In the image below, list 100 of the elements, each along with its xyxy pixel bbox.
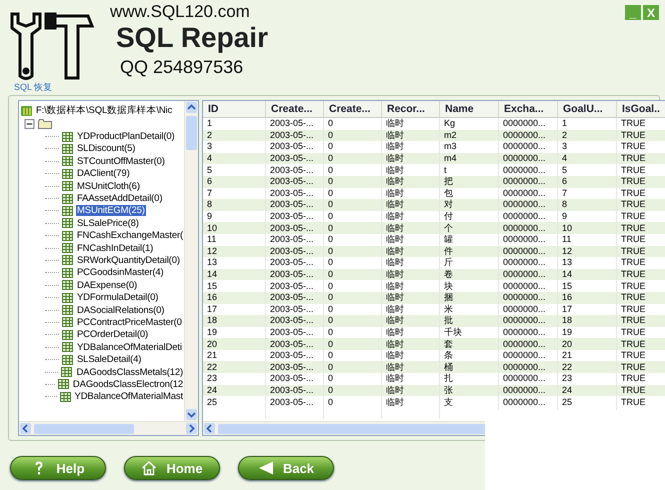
- table-cell: 套: [440, 338, 498, 350]
- tree-item[interactable]: YDFormulaDetail(0): [76, 292, 160, 304]
- column-header[interactable]: ID: [203, 101, 266, 118]
- table-cell: 0: [324, 361, 382, 374]
- tree-item[interactable]: PCGoodsinMaster(4): [76, 267, 165, 278]
- table-cell: 10: [558, 222, 616, 234]
- scroll-left-icon[interactable]: [204, 423, 215, 434]
- table-icon: [60, 392, 71, 402]
- tree-item[interactable]: SLDiscount(5): [76, 143, 136, 154]
- tree-item[interactable]: DASocialRelations(0): [76, 304, 166, 316]
- table-cell: TRUE: [616, 176, 665, 188]
- tree-item[interactable]: SLSalePrice(8): [76, 218, 140, 229]
- tree-item[interactable]: SRWorkQuantityDetail(0): [76, 254, 181, 266]
- tree-item[interactable]: STCountOffMaster(0): [76, 156, 166, 167]
- tree-item[interactable]: DAGoodsClassElectron(12: [72, 378, 184, 390]
- table-cell: 临时: [382, 199, 440, 211]
- table-cell: 0000000...: [498, 246, 558, 258]
- collapse-icon[interactable]: [24, 119, 35, 130]
- table-cell: 24: [203, 384, 266, 396]
- table-cell: 25: [203, 396, 266, 408]
- scroll-thumb[interactable]: [34, 424, 134, 434]
- scrollbar[interactable]: [203, 421, 488, 435]
- table-cell: 2003-05-...: [266, 315, 324, 327]
- tree-item[interactable]: DAExpense(0): [76, 280, 138, 291]
- table-cell: TRUE: [616, 338, 665, 350]
- table-cell: 2003-05-...: [266, 384, 324, 396]
- scroll-down-icon[interactable]: [186, 409, 197, 420]
- scrollbar[interactable]: [19, 421, 198, 435]
- table-icon: [62, 317, 73, 328]
- table-cell: TRUE: [616, 292, 665, 304]
- column-header[interactable]: Recor...: [382, 101, 440, 118]
- table-cell: 2: [558, 130, 616, 142]
- table-cell: 6: [203, 176, 266, 188]
- table-cell: 16: [558, 292, 616, 304]
- folder-icon[interactable]: [38, 119, 52, 130]
- table-cell: 临时: [382, 222, 440, 234]
- table-icon: [62, 194, 73, 204]
- table-cell: 临时: [382, 176, 440, 188]
- table-icon: [62, 156, 73, 166]
- scroll-left-icon[interactable]: [20, 423, 31, 434]
- tree-item[interactable]: MSUnitEGM(25): [76, 205, 146, 216]
- table-cell: 2003-05-...: [266, 292, 324, 304]
- table-cell: 临时: [382, 268, 440, 280]
- table-cell: 20: [558, 338, 616, 350]
- tree-item[interactable]: MSUnitCloth(6): [76, 180, 141, 192]
- back-icon: [258, 460, 274, 476]
- table-cell: 0000000...: [498, 396, 558, 408]
- tree-item[interactable]: FNCashInDetail(1): [76, 242, 154, 254]
- tree-item[interactable]: PCOrderDetail(0): [76, 329, 149, 340]
- tree-item[interactable]: PCContractPriceMaster(0: [76, 316, 183, 328]
- app-title: SQL Repair: [116, 22, 268, 54]
- scroll-thumb[interactable]: [218, 424, 488, 434]
- table-cell: 捆: [440, 292, 498, 304]
- table-cell: 0000000...: [498, 176, 558, 188]
- column-header[interactable]: IsGoal..: [616, 101, 665, 118]
- column-header[interactable]: Create...: [324, 101, 382, 118]
- table-cell: 支: [440, 396, 498, 408]
- table-icon: [62, 132, 73, 142]
- scrollbar[interactable]: [184, 101, 198, 421]
- tree-item[interactable]: FAAssetAddDetail(0): [76, 193, 164, 204]
- table-cell: 2003-05-...: [266, 199, 324, 211]
- table-cell: 6: [558, 176, 616, 188]
- table-icon: [61, 367, 72, 377]
- home-icon: [141, 460, 158, 476]
- table-cell: 2003-05-...: [266, 338, 324, 350]
- scroll-thumb[interactable]: [186, 116, 197, 150]
- column-header[interactable]: Create...: [266, 101, 324, 118]
- column-header[interactable]: Excha...: [498, 101, 558, 118]
- scroll-up-icon[interactable]: [186, 102, 197, 113]
- tree-item[interactable]: FNCashExchangeMaster(: [76, 230, 184, 242]
- tree-item[interactable]: YDProductPlanDetail(0): [76, 131, 176, 142]
- table-cell: 0000000...: [498, 268, 558, 280]
- table-cell: 临时: [382, 384, 440, 396]
- scroll-right-icon[interactable]: [186, 423, 197, 434]
- table-cell: 张: [440, 384, 498, 396]
- column-header[interactable]: Name: [440, 101, 498, 118]
- table-cell: 16: [203, 292, 266, 304]
- table-cell: 临时: [382, 130, 440, 142]
- table-cell: 0000000...: [498, 130, 558, 142]
- table-cell: 2003-05-...: [266, 246, 324, 258]
- table-icon: [62, 268, 73, 278]
- table-cell: TRUE: [616, 199, 665, 211]
- table-cell: 20: [203, 338, 266, 350]
- table-cell: 12: [203, 246, 266, 258]
- table-cell: 2003-05-...: [266, 396, 324, 408]
- tree-item[interactable]: F:\数据样本\SQL数据库样本\Nic: [35, 105, 174, 116]
- table-cell: 25: [558, 396, 616, 408]
- table-cell: TRUE: [616, 246, 665, 258]
- column-header[interactable]: GoalU...: [558, 101, 616, 118]
- table-cell: 批: [440, 315, 498, 327]
- tree-item[interactable]: DAGoodsClassMetals(12): [75, 366, 184, 378]
- tree-item[interactable]: YDBalanceOfMaterialDeti: [76, 342, 183, 353]
- table-icon: [62, 230, 73, 241]
- table-cell: 24: [558, 384, 616, 396]
- tree-item[interactable]: SLSaleDetail(4): [76, 354, 142, 366]
- table-cell: 0: [324, 292, 382, 304]
- table-cell: TRUE: [616, 130, 665, 142]
- tree-item[interactable]: YDBalanceOfMaterialMast: [74, 391, 184, 402]
- table-cell: 22: [203, 361, 266, 374]
- tree-item[interactable]: DAClient(79): [76, 168, 131, 180]
